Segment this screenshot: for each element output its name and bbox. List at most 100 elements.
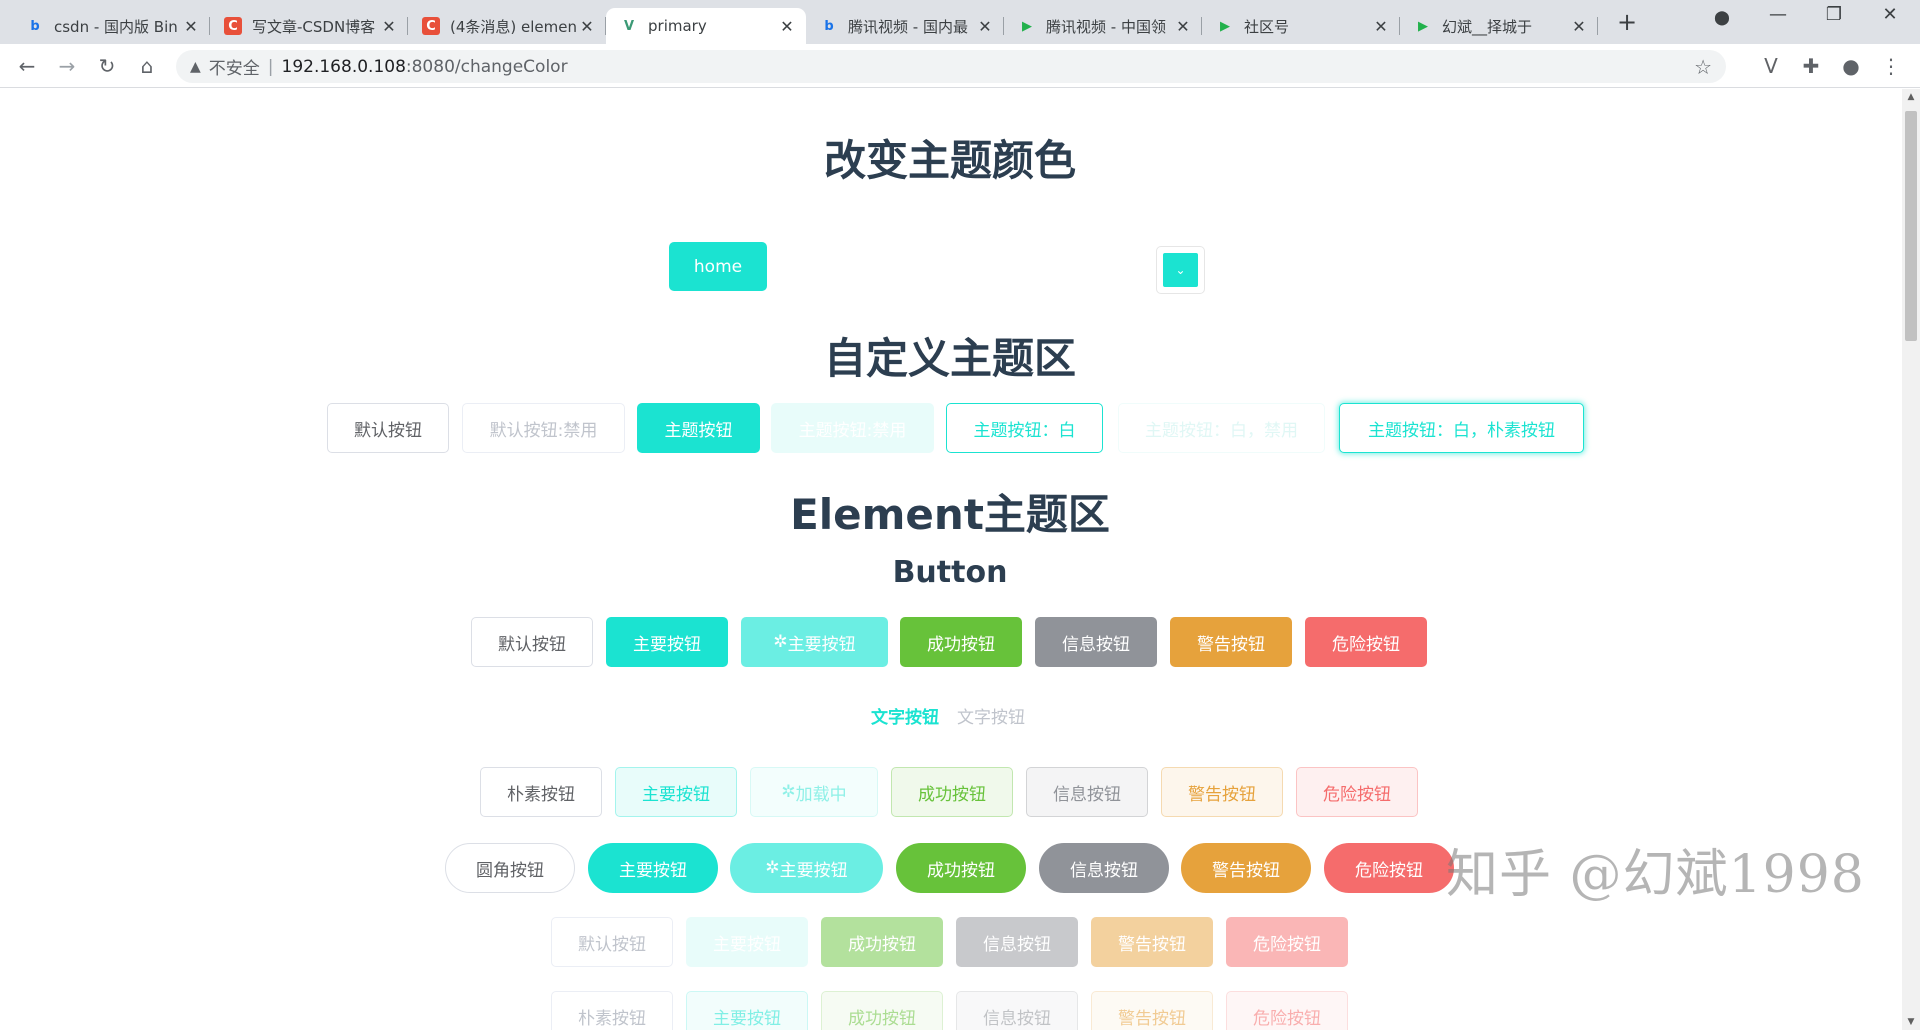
- color-picker[interactable]: ⌄: [1156, 246, 1205, 294]
- scroll-up-icon[interactable]: ▲: [1902, 89, 1920, 105]
- tab[interactable]: C (4条消息) elemen ✕: [408, 8, 606, 44]
- disabled-plain-button[interactable]: 信息按钮: [956, 991, 1078, 1030]
- disabled-button[interactable]: 主要按钮: [686, 917, 808, 967]
- basic-button[interactable]: ✲ 主要按钮: [741, 617, 888, 667]
- custom-button[interactable]: 主题按钮: [637, 403, 760, 453]
- address-bar: ← → ↻ ⌂ ▲ 不安全 | 192.168.0.108 :8080/chan…: [0, 44, 1920, 88]
- disabled-plain-button[interactable]: 主要按钮: [686, 991, 808, 1030]
- round-button[interactable]: ✲ 主要按钮: [730, 843, 883, 893]
- home-icon[interactable]: ⌂: [134, 53, 160, 79]
- tab-active[interactable]: V primary ✕: [606, 8, 806, 44]
- custom-button[interactable]: 默认按钮:禁用: [462, 403, 625, 453]
- custom-button[interactable]: 主题按钮：白，朴素按钮: [1339, 403, 1584, 453]
- plain-button[interactable]: 主要按钮: [615, 767, 737, 817]
- tab[interactable]: ▶ 社区号 ✕: [1202, 8, 1400, 44]
- scrollbar[interactable]: ▲ ▼: [1902, 89, 1920, 1030]
- basic-button[interactable]: 成功按钮: [900, 617, 1022, 667]
- disabled-button[interactable]: 信息按钮: [956, 917, 1078, 967]
- round-button[interactable]: 信息按钮: [1039, 843, 1169, 893]
- vue-devtools-icon[interactable]: V: [1758, 53, 1784, 79]
- disabled-plain-button[interactable]: 警告按钮: [1091, 991, 1213, 1030]
- disabled-plain-button[interactable]: 成功按钮: [821, 991, 943, 1030]
- home-button[interactable]: home: [669, 242, 767, 291]
- minimize-icon[interactable]: —: [1758, 4, 1798, 25]
- tencent-video-icon: ▶: [1220, 18, 1230, 34]
- button-label: 默认按钮: [578, 934, 646, 955]
- custom-button[interactable]: 主题按钮:禁用: [771, 403, 934, 453]
- plain-button[interactable]: 警告按钮: [1161, 767, 1283, 817]
- disabled-button[interactable]: 成功按钮: [821, 917, 943, 967]
- scroll-down-icon[interactable]: ▼: [1902, 1014, 1920, 1030]
- round-button[interactable]: 危险按钮: [1324, 843, 1454, 893]
- text-button[interactable]: 文字按钮: [871, 703, 939, 728]
- tab[interactable]: C 写文章-CSDN博客 ✕: [210, 8, 408, 44]
- tab[interactable]: b csdn - 国内版 Bin ✕: [12, 8, 210, 44]
- window-close-icon[interactable]: ✕: [1870, 4, 1910, 25]
- close-icon[interactable]: ✕: [182, 17, 200, 36]
- menu-kebab-icon[interactable]: ⋮: [1878, 53, 1904, 79]
- url-input[interactable]: ▲ 不安全 | 192.168.0.108 :8080/changeColor …: [176, 50, 1726, 83]
- close-icon[interactable]: ✕: [578, 17, 596, 36]
- loading-spinner-icon: ✲: [765, 858, 780, 878]
- url-path: :8080/changeColor: [405, 56, 568, 77]
- plain-button[interactable]: 危险按钮: [1296, 767, 1418, 817]
- basic-button[interactable]: 警告按钮: [1170, 617, 1292, 667]
- profile-avatar-icon[interactable]: ●: [1838, 53, 1864, 79]
- bookmark-star-icon[interactable]: ☆: [1694, 55, 1712, 79]
- basic-button[interactable]: 主要按钮: [606, 617, 728, 667]
- tab[interactable]: b 腾讯视频 - 国内最 ✕: [806, 8, 1004, 44]
- round-button[interactable]: 主要按钮: [588, 843, 718, 893]
- extensions-icon[interactable]: ✚: [1798, 53, 1824, 79]
- disabled-button[interactable]: 警告按钮: [1091, 917, 1213, 967]
- round-button[interactable]: 警告按钮: [1181, 843, 1311, 893]
- custom-button[interactable]: 主题按钮：白，禁用: [1118, 403, 1325, 453]
- back-icon[interactable]: ←: [14, 53, 40, 79]
- disabled-plain-button[interactable]: 危险按钮: [1226, 991, 1348, 1030]
- close-icon[interactable]: ✕: [1372, 17, 1390, 36]
- round-button[interactable]: 成功按钮: [896, 843, 1026, 893]
- section-title-element: Element主题区: [790, 490, 1110, 539]
- button-label: 危险按钮: [1253, 934, 1321, 955]
- button-label: 主题按钮：白: [973, 420, 1076, 441]
- button-label: 信息按钮: [983, 934, 1051, 955]
- new-tab-button[interactable]: +: [1612, 8, 1642, 38]
- scrollbar-thumb[interactable]: [1905, 111, 1917, 341]
- tab-title: 腾讯视频 - 国内最: [848, 17, 968, 36]
- plain-button[interactable]: ✲ 加载中: [750, 767, 878, 817]
- text-button-disabled[interactable]: 文字按钮: [957, 703, 1025, 728]
- tencent-video-icon: ▶: [1022, 18, 1032, 34]
- button-label: 警告按钮: [1197, 634, 1265, 655]
- restore-icon[interactable]: ❐: [1814, 4, 1854, 25]
- plain-button[interactable]: 信息按钮: [1026, 767, 1148, 817]
- basic-button[interactable]: 默认按钮: [471, 617, 593, 667]
- plain-button[interactable]: 朴素按钮: [480, 767, 602, 817]
- button-label: 信息按钮: [1070, 860, 1138, 881]
- close-icon[interactable]: ✕: [1570, 17, 1588, 36]
- close-icon[interactable]: ✕: [778, 17, 796, 36]
- tab[interactable]: ▶ 腾讯视频 - 中国领 ✕: [1004, 8, 1202, 44]
- section-title-custom: 自定义主题区: [823, 334, 1076, 383]
- tab-title: 社区号: [1244, 17, 1290, 36]
- reload-icon[interactable]: ↻: [94, 53, 120, 79]
- watermark: 知乎 @幻斌1998: [1446, 845, 1865, 905]
- forward-icon[interactable]: →: [54, 53, 80, 79]
- basic-button[interactable]: 信息按钮: [1035, 617, 1157, 667]
- close-icon[interactable]: ✕: [976, 17, 994, 36]
- disabled-button[interactable]: 默认按钮: [551, 917, 673, 967]
- plain-button[interactable]: 成功按钮: [891, 767, 1013, 817]
- custom-button[interactable]: 主题按钮：白: [946, 403, 1103, 453]
- tab[interactable]: ▶ 幻斌__择城于 ✕: [1400, 8, 1598, 44]
- tab-search-icon[interactable]: ⬤: [1702, 10, 1742, 26]
- warning-icon[interactable]: ▲: [190, 59, 201, 75]
- disabled-plain-button[interactable]: 朴素按钮: [551, 991, 673, 1030]
- round-button[interactable]: 圆角按钮: [445, 843, 575, 893]
- disabled-button[interactable]: 危险按钮: [1226, 917, 1348, 967]
- custom-button[interactable]: 默认按钮: [327, 403, 449, 453]
- url-host: 192.168.0.108: [281, 56, 406, 77]
- close-icon[interactable]: ✕: [380, 17, 398, 36]
- close-icon[interactable]: ✕: [1174, 17, 1192, 36]
- security-label[interactable]: 不安全: [209, 54, 260, 79]
- button-label: 危险按钮: [1323, 784, 1391, 805]
- basic-button[interactable]: 危险按钮: [1305, 617, 1427, 667]
- vue-icon: V: [623, 18, 635, 34]
